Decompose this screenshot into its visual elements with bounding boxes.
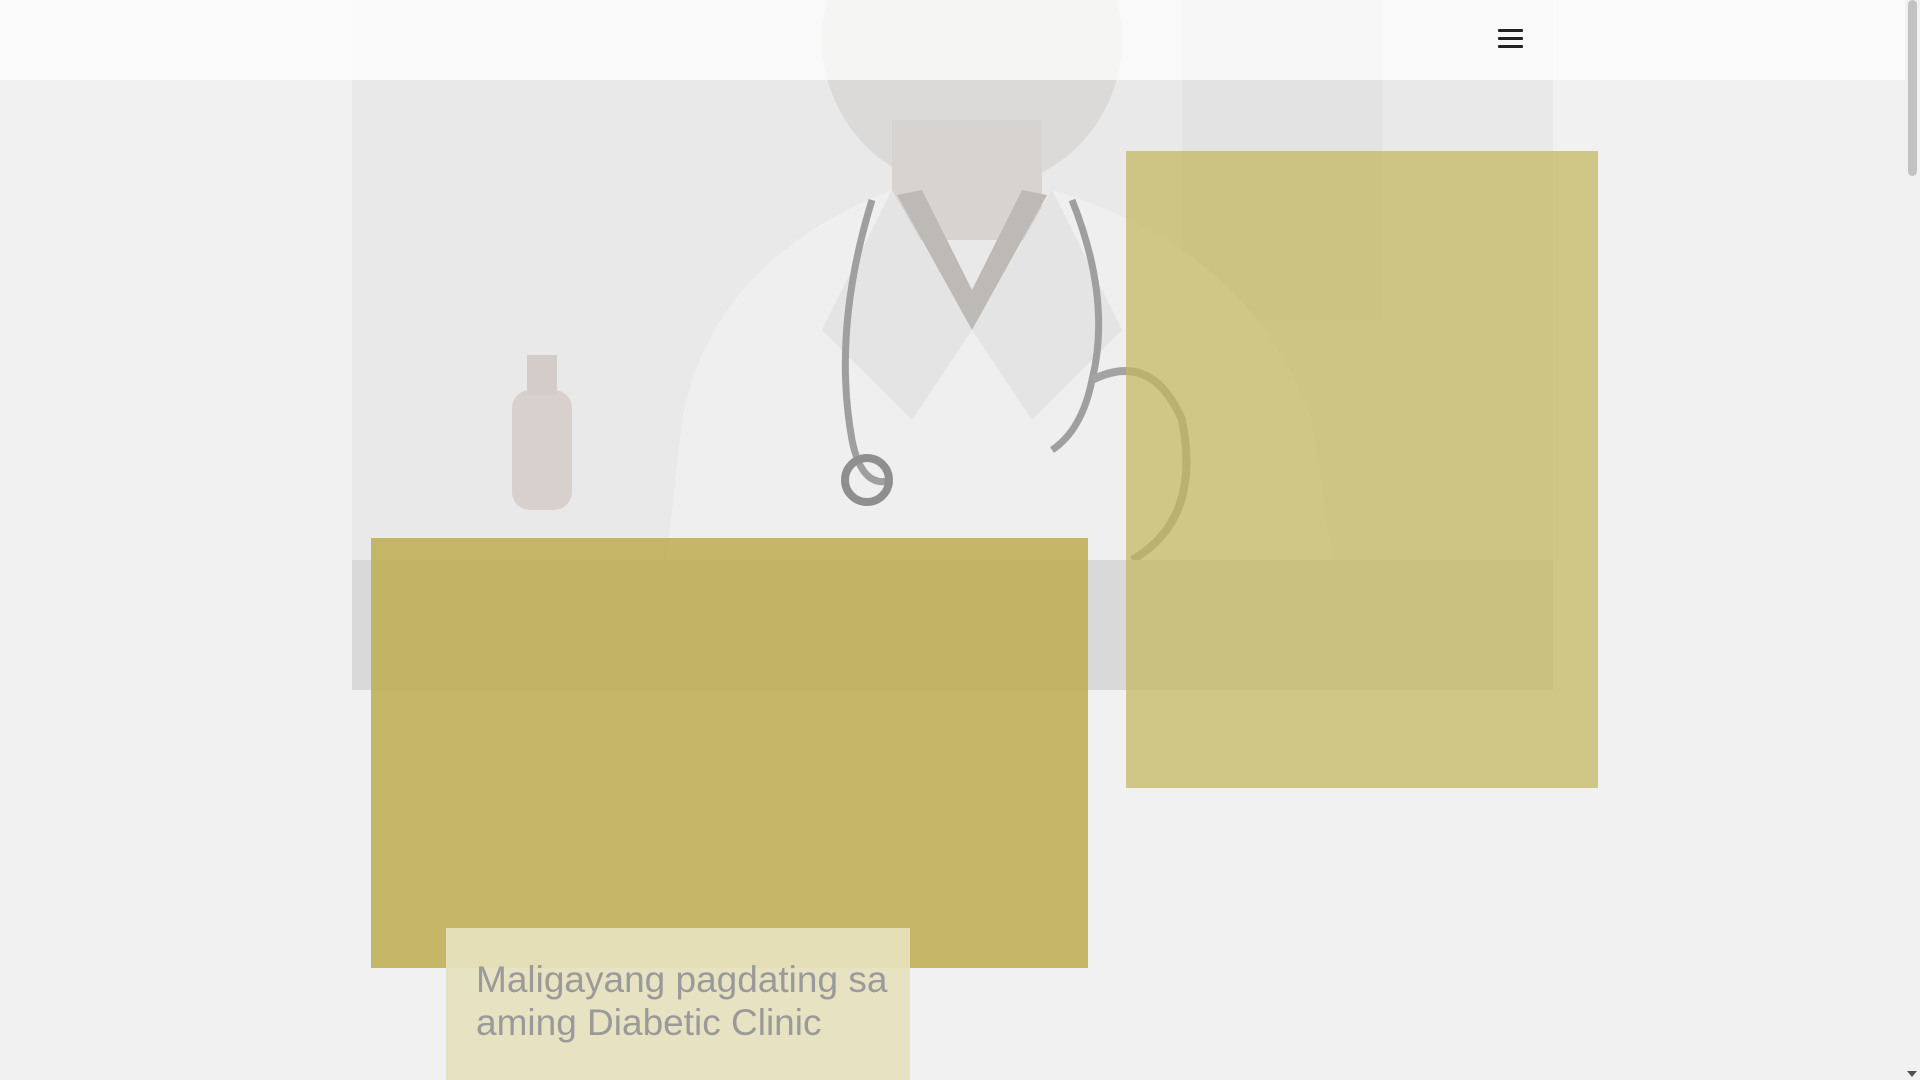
scrollbar-thumb[interactable] — [1908, 0, 1917, 176]
scroll-down-arrow-icon[interactable] — [1907, 1071, 1917, 1077]
decorative-gold-block-right — [1126, 151, 1598, 788]
decorative-gold-block-left — [371, 538, 1088, 968]
hamburger-menu-icon[interactable] — [1496, 26, 1526, 52]
page-scrollbar[interactable] — [1905, 0, 1920, 1080]
welcome-card: Maligayang pagdating sa aming Diabetic C… — [446, 928, 910, 1080]
welcome-title: Maligayang pagdating sa aming Diabetic C… — [476, 959, 888, 1043]
site-header — [0, 0, 1905, 80]
page: Maligayang pagdating sa aming Diabetic C… — [0, 0, 1920, 1080]
